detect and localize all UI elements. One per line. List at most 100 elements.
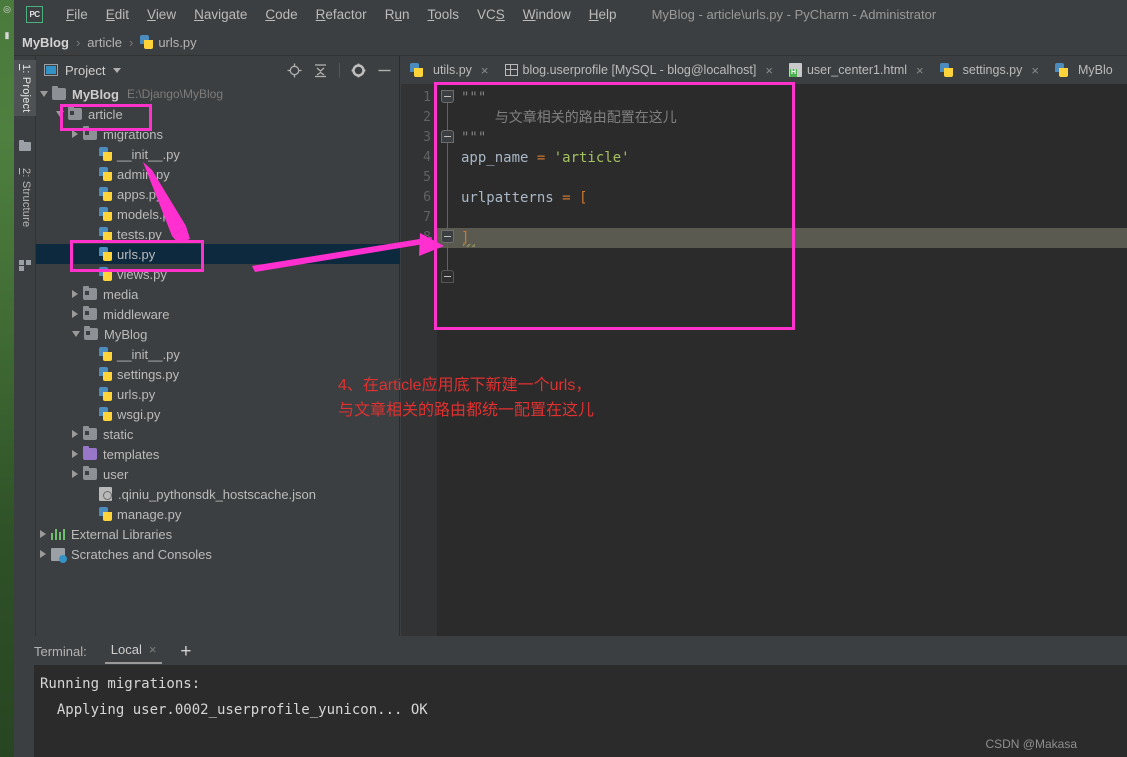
tree-row[interactable]: views.py xyxy=(36,264,400,284)
code-token: """ xyxy=(461,130,487,146)
tool-tab-project[interactable]: 1: Project xyxy=(14,60,36,117)
menu-item-tools[interactable]: Tools xyxy=(418,5,468,24)
tree-row[interactable]: static xyxy=(36,424,400,444)
tree-row[interactable]: manage.py xyxy=(36,504,400,524)
close-icon[interactable]: × xyxy=(481,63,489,78)
tree-row-selected[interactable]: urls.py xyxy=(36,244,400,264)
terminal-header: Terminal: Local × + xyxy=(14,637,1127,665)
chevron-down-icon[interactable] xyxy=(56,111,64,117)
menu-item-vcs[interactable]: VCS xyxy=(468,5,514,24)
close-icon[interactable]: × xyxy=(916,63,924,78)
fold-marker-docstring-close[interactable] xyxy=(441,130,454,143)
menu-item-help[interactable]: Help xyxy=(580,5,626,24)
tree-row[interactable]: External Libraries xyxy=(36,524,400,544)
minimize-icon[interactable] xyxy=(377,63,392,78)
fold-marker-docstring-open[interactable] xyxy=(441,90,454,103)
terminal-label: Terminal: xyxy=(34,643,87,659)
python-file-icon xyxy=(99,267,112,281)
menu-bar: File Edit View Navigate Code Refactor Ru… xyxy=(57,5,626,24)
menu-item-run[interactable]: Run xyxy=(376,5,419,24)
editor-tab-label: user_center1.html xyxy=(806,63,908,77)
tree-item-label: settings.py xyxy=(117,366,180,382)
tree-row[interactable]: MyBlog E:\Django\MyBlog xyxy=(36,84,400,104)
terminal-output[interactable]: Running migrations: Applying user.0002_u… xyxy=(34,665,1127,757)
code-editor[interactable]: """ 与文章相关的路由配置在这儿 """ app_name = 'article'… xyxy=(437,84,1127,636)
window-title: MyBlog - article\urls.py - PyCharm - Adm… xyxy=(651,7,937,22)
python-file-icon xyxy=(99,387,112,401)
python-file-icon xyxy=(99,407,112,421)
module-folder-icon xyxy=(83,426,97,440)
menu-item-file[interactable]: File xyxy=(57,5,97,24)
tree-row[interactable]: media xyxy=(36,284,400,304)
tree-row[interactable]: Scratches and Consoles xyxy=(36,544,400,564)
tree-item-label: External Libraries xyxy=(71,526,173,542)
tree-row[interactable]: user xyxy=(36,464,400,484)
tree-row[interactable]: .qiniu_pythonsdk_hostscache.json xyxy=(36,484,400,504)
menu-item-navigate[interactable]: Navigate xyxy=(185,5,256,24)
collapse-all-icon[interactable] xyxy=(313,63,328,78)
tree-row[interactable]: article xyxy=(36,104,400,124)
close-icon[interactable]: × xyxy=(765,63,773,78)
editor-tab-bar[interactable]: utils.py × blog.userprofile [MySQL - blog@… xyxy=(401,56,1127,84)
chevron-down-icon[interactable] xyxy=(40,91,48,97)
locate-icon[interactable] xyxy=(287,63,302,78)
editor-area: utils.py × blog.userprofile [MySQL - blog@… xyxy=(401,56,1127,636)
code-line-3: """ xyxy=(461,128,486,148)
editor-tab-4[interactable]: MyBlo xyxy=(1046,56,1120,84)
tree-item-label: .qiniu_pythonsdk_hostscache.json xyxy=(118,486,317,502)
tree-row[interactable]: middleware xyxy=(36,304,400,324)
line-number: 5 xyxy=(423,170,431,185)
editor-tab-1[interactable]: blog.userprofile [MySQL - blog@localhost… xyxy=(496,56,780,84)
chevron-right-icon[interactable] xyxy=(40,550,46,558)
tree-row[interactable]: apps.py xyxy=(36,184,400,204)
editor-tab-2[interactable]: user_center1.html × xyxy=(780,56,931,84)
tree-item-label: article xyxy=(88,106,123,122)
module-folder-icon xyxy=(84,326,98,340)
python-file-icon xyxy=(99,167,112,181)
add-terminal-button[interactable]: + xyxy=(180,642,191,661)
pycharm-window: ◎ ▮ PC File Edit View Navigate Code Refa… xyxy=(0,0,1127,757)
close-icon[interactable]: × xyxy=(149,642,157,657)
fold-marker-urlpatterns-close[interactable] xyxy=(441,270,454,283)
chevron-right-icon[interactable] xyxy=(72,290,78,298)
menu-item-edit[interactable]: Edit xyxy=(97,5,138,24)
editor-tab-0[interactable]: utils.py × xyxy=(401,56,496,84)
tree-row[interactable]: __init__.py xyxy=(36,144,400,164)
close-icon[interactable]: × xyxy=(1031,63,1039,78)
gear-icon[interactable] xyxy=(351,63,366,78)
tree-item-label: static xyxy=(103,426,134,442)
code-line-4: app_name = 'article' xyxy=(461,148,630,168)
menu-item-view[interactable]: View xyxy=(138,5,185,24)
chevron-right-icon[interactable] xyxy=(72,130,78,138)
tree-row[interactable]: migrations xyxy=(36,124,400,144)
tree-row[interactable]: templates xyxy=(36,444,400,464)
breadcrumb-item-file[interactable]: urls.py xyxy=(140,35,197,50)
chevron-right-icon[interactable] xyxy=(72,450,78,458)
breadcrumb-item-article[interactable]: article xyxy=(87,35,122,50)
chevron-right-icon[interactable] xyxy=(72,470,78,478)
chevron-right-icon[interactable] xyxy=(72,310,78,318)
menu-item-refactor[interactable]: Refactor xyxy=(307,5,376,24)
chevron-right-icon[interactable] xyxy=(72,430,78,438)
terminal-tab-local[interactable]: Local × xyxy=(104,638,163,664)
tool-tab-structure[interactable]: 2: Structure xyxy=(14,164,36,231)
chevron-down-icon[interactable] xyxy=(72,331,80,337)
tree-row[interactable]: __init__.py xyxy=(36,344,400,364)
tree-item-label: urls.py xyxy=(117,246,156,262)
editor-tab-3[interactable]: settings.py × xyxy=(931,56,1046,84)
tree-row[interactable]: models.py xyxy=(36,204,400,224)
json-file-icon xyxy=(99,487,112,501)
fold-marker-urlpatterns-open[interactable] xyxy=(441,230,454,243)
chevron-down-icon[interactable] xyxy=(113,67,122,73)
folder-icon xyxy=(52,86,66,100)
menu-item-code[interactable]: Code xyxy=(256,5,306,24)
code-token: app_name xyxy=(461,150,537,166)
tree-item-label: MyBlog xyxy=(104,326,148,342)
tree-row[interactable]: MyBlog xyxy=(36,324,400,344)
breadcrumb-item-project[interactable]: MyBlog xyxy=(22,35,69,50)
menu-item-window[interactable]: Window xyxy=(514,5,580,24)
chevron-right-icon[interactable] xyxy=(40,530,46,538)
tree-row[interactable]: admin.py xyxy=(36,164,400,184)
tree-row[interactable]: tests.py xyxy=(36,224,400,244)
project-tree[interactable]: MyBlog E:\Django\MyBlog article migrations _… xyxy=(36,84,400,636)
